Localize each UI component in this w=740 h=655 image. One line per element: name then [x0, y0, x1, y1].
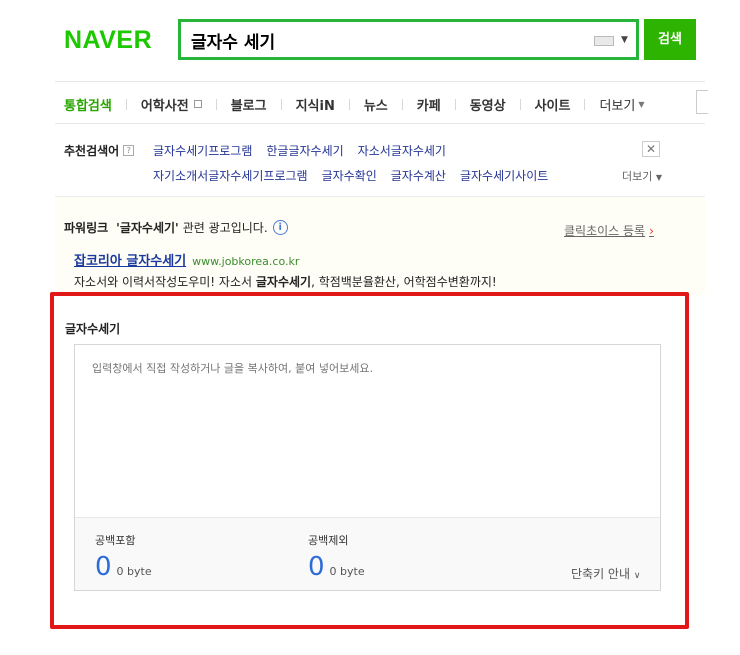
tab-label: 통합검색 [64, 98, 112, 114]
chevron-right-icon: › [649, 224, 654, 238]
recommended-title: 추천검색어 ? [64, 142, 135, 159]
recommended-row: 글자수세기프로그램 한글글자수세기 자소서글자수세기 [153, 142, 460, 159]
powerlink-suffix: 관련 광고입니다. [182, 221, 268, 235]
chevron-down-icon: ▼ [655, 173, 663, 182]
tab-label: 더보기 [599, 98, 636, 114]
powerlink-section: 파워링크 '글자수세기' 관련 광고입니다. i 클릭초이스 등록 › 잡코리아 … [55, 197, 705, 295]
recommended-keyword[interactable]: 글자수계산 [391, 167, 446, 184]
tab-blog[interactable]: 블로그 [231, 95, 267, 114]
divider [519, 98, 521, 110]
recommended-keyword[interactable]: 글자수세기사이트 [460, 167, 548, 184]
tab-news[interactable]: 뉴스 [364, 95, 388, 114]
ad-desc-text: , 학점백분율환산, 어학점수변환까지! [311, 275, 497, 289]
divider [348, 98, 350, 110]
ad-title-link[interactable]: 잡코리아 글자수세기 [74, 250, 186, 269]
recommended-keyword[interactable]: 글자수확인 [322, 167, 377, 184]
dictionary-icon [193, 100, 202, 108]
ad-description: 자소서와 이력서작성도우미! 자소서 글자수세기, 학점백분율환산, 어학점수변… [74, 273, 497, 290]
chevron-down-icon: ▼ [638, 99, 645, 109]
divider [215, 98, 217, 110]
tab-dictionary[interactable]: 어학사전 [141, 95, 202, 114]
tab-kin[interactable]: 지식iN [296, 95, 335, 114]
tab-label: 동영상 [469, 98, 506, 114]
tab-video[interactable]: 동영상 [470, 95, 506, 114]
close-icon[interactable]: ✕ [642, 141, 660, 157]
register-label: 클릭초이스 등록 [564, 224, 646, 238]
highlight-box [50, 292, 689, 629]
divider [401, 98, 403, 110]
ad-headline: 잡코리아 글자수세기 www.jobkorea.co.kr [74, 250, 299, 269]
ad-url[interactable]: www.jobkorea.co.kr [192, 255, 299, 268]
clickchoice-register-link[interactable]: 클릭초이스 등록 › [564, 222, 654, 239]
tab-label: 카페 [416, 98, 441, 114]
tab-options-edge[interactable] [696, 90, 708, 114]
recommended-more-button[interactable]: 더보기 ▼ [622, 168, 662, 184]
divider [125, 98, 127, 110]
tab-site[interactable]: 사이트 [535, 95, 571, 114]
tab-label: 어학사전 [140, 98, 189, 114]
search-box[interactable]: ▼ [178, 19, 639, 60]
recommended-keyword[interactable]: 자기소개서글자수세기프로그램 [153, 167, 308, 184]
powerlink-label: 파워링크 [64, 221, 109, 235]
dropdown-arrow-icon[interactable]: ▼ [621, 35, 628, 45]
recommended-title-text: 추천검색어 [64, 144, 120, 158]
tab-label: 뉴스 [363, 98, 388, 114]
recommended-row: 자기소개서글자수세기프로그램 글자수확인 글자수계산 글자수세기사이트 [153, 167, 562, 184]
info-icon[interactable]: i [272, 220, 288, 235]
tab-label: 지식iN [295, 98, 335, 114]
recommended-keyword[interactable]: 자소서글자수세기 [358, 142, 446, 159]
powerlink-query: '글자수세기' [116, 221, 179, 235]
search-tabs: 통합검색 어학사전 블로그 지식iN 뉴스 카페 동영상 사이트 더보기 ▼ [64, 95, 645, 114]
naver-logo[interactable]: NAVER [64, 26, 152, 55]
powerlink-title: 파워링크 '글자수세기' 관련 광고입니다. i [64, 219, 288, 236]
recommended-keyword[interactable]: 글자수세기프로그램 [153, 142, 252, 159]
help-icon[interactable]: ? [123, 145, 135, 156]
ad-desc-bold: 글자수세기 [255, 275, 312, 289]
search-input[interactable] [191, 28, 581, 52]
keyboard-icon[interactable] [594, 36, 614, 46]
search-button[interactable]: 검색 [644, 19, 696, 60]
divider [584, 98, 586, 110]
divider [55, 81, 705, 82]
more-label: 더보기 [622, 170, 653, 183]
tab-label: 블로그 [230, 98, 267, 114]
recommended-keyword[interactable]: 한글글자수세기 [266, 142, 343, 159]
tab-label: 사이트 [534, 98, 571, 114]
tab-cafe[interactable]: 카페 [417, 95, 441, 114]
divider [55, 123, 705, 124]
ad-desc-text: 자소서와 이력서작성도우미! 자소서 [74, 275, 256, 289]
divider [280, 98, 282, 110]
tab-integrated[interactable]: 통합검색 [64, 95, 112, 114]
tab-more[interactable]: 더보기 ▼ [599, 95, 644, 114]
divider [454, 98, 456, 110]
